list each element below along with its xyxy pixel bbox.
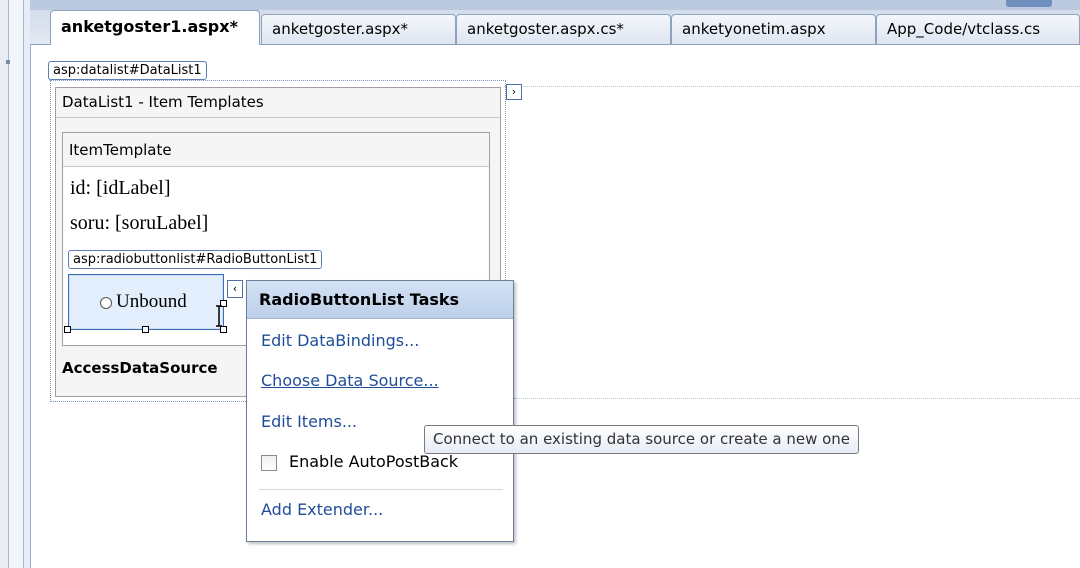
radio-item-label: Unbound <box>116 291 187 312</box>
edit-items-link[interactable]: Edit Items... <box>261 412 357 431</box>
tab-anketgoster-aspx-cs[interactable]: anketgoster.aspx.cs* <box>456 14 671 44</box>
item-template-header: ItemTemplate <box>63 133 489 167</box>
text-cursor-icon <box>216 305 222 327</box>
tab-anketgoster-aspx[interactable]: anketgoster.aspx* <box>261 14 456 44</box>
tab-bar-top-edge <box>30 0 1080 10</box>
edit-databindings-link[interactable]: Edit DataBindings... <box>261 331 419 350</box>
tasks-popup-title: RadioButtonList Tasks <box>247 281 513 319</box>
id-label-line: id: [idLabel] <box>70 177 171 199</box>
radiobuttonlist-smart-tag-button[interactable]: ‹ <box>227 280 243 298</box>
datalist-smart-tag-button[interactable]: › <box>506 84 522 100</box>
window-control-button[interactable] <box>1006 0 1052 7</box>
resize-handle-bottom-left[interactable] <box>64 326 71 333</box>
margin-marker <box>6 60 10 64</box>
resize-handle-bottom-center[interactable] <box>142 326 149 333</box>
design-guide-line <box>504 86 1080 87</box>
vertical-ruler <box>8 0 24 568</box>
tab-anketgoster1-aspx[interactable]: anketgoster1.aspx* <box>50 10 260 45</box>
add-extender-link[interactable]: Add Extender... <box>261 500 383 519</box>
soru-label-line: soru: [soruLabel] <box>70 212 209 234</box>
tab-anketyonetim-aspx[interactable]: anketyonetim.aspx <box>671 14 876 44</box>
enable-autopostback-checkbox[interactable] <box>261 455 277 471</box>
radiobuttonlist-tasks-popup: RadioButtonList Tasks Edit DataBindings.… <box>246 280 514 542</box>
tasks-separator <box>259 489 503 490</box>
design-guide-line <box>514 398 1080 399</box>
enable-autopostback-label[interactable]: Enable AutoPostBack <box>289 452 458 471</box>
left-margin-strip <box>0 0 31 568</box>
datalist-header: DataList1 - Item Templates <box>56 88 500 118</box>
choose-data-source-link[interactable]: Choose Data Source... <box>261 371 439 390</box>
choose-data-source-tooltip: Connect to an existing data source or cr… <box>424 425 860 454</box>
resize-handle-bottom-right[interactable] <box>220 326 227 333</box>
access-datasource-label[interactable]: AccessDataSource <box>62 359 218 377</box>
datalist-tag-label: asp:datalist#DataList1 <box>48 61 207 80</box>
radiobuttonlist-tag-label: asp:radiobuttonlist#RadioButtonList1 <box>68 250 323 269</box>
tab-app-code-vtclass-cs[interactable]: App_Code/vtclass.cs <box>876 14 1080 44</box>
radio-button-icon[interactable] <box>100 297 112 309</box>
